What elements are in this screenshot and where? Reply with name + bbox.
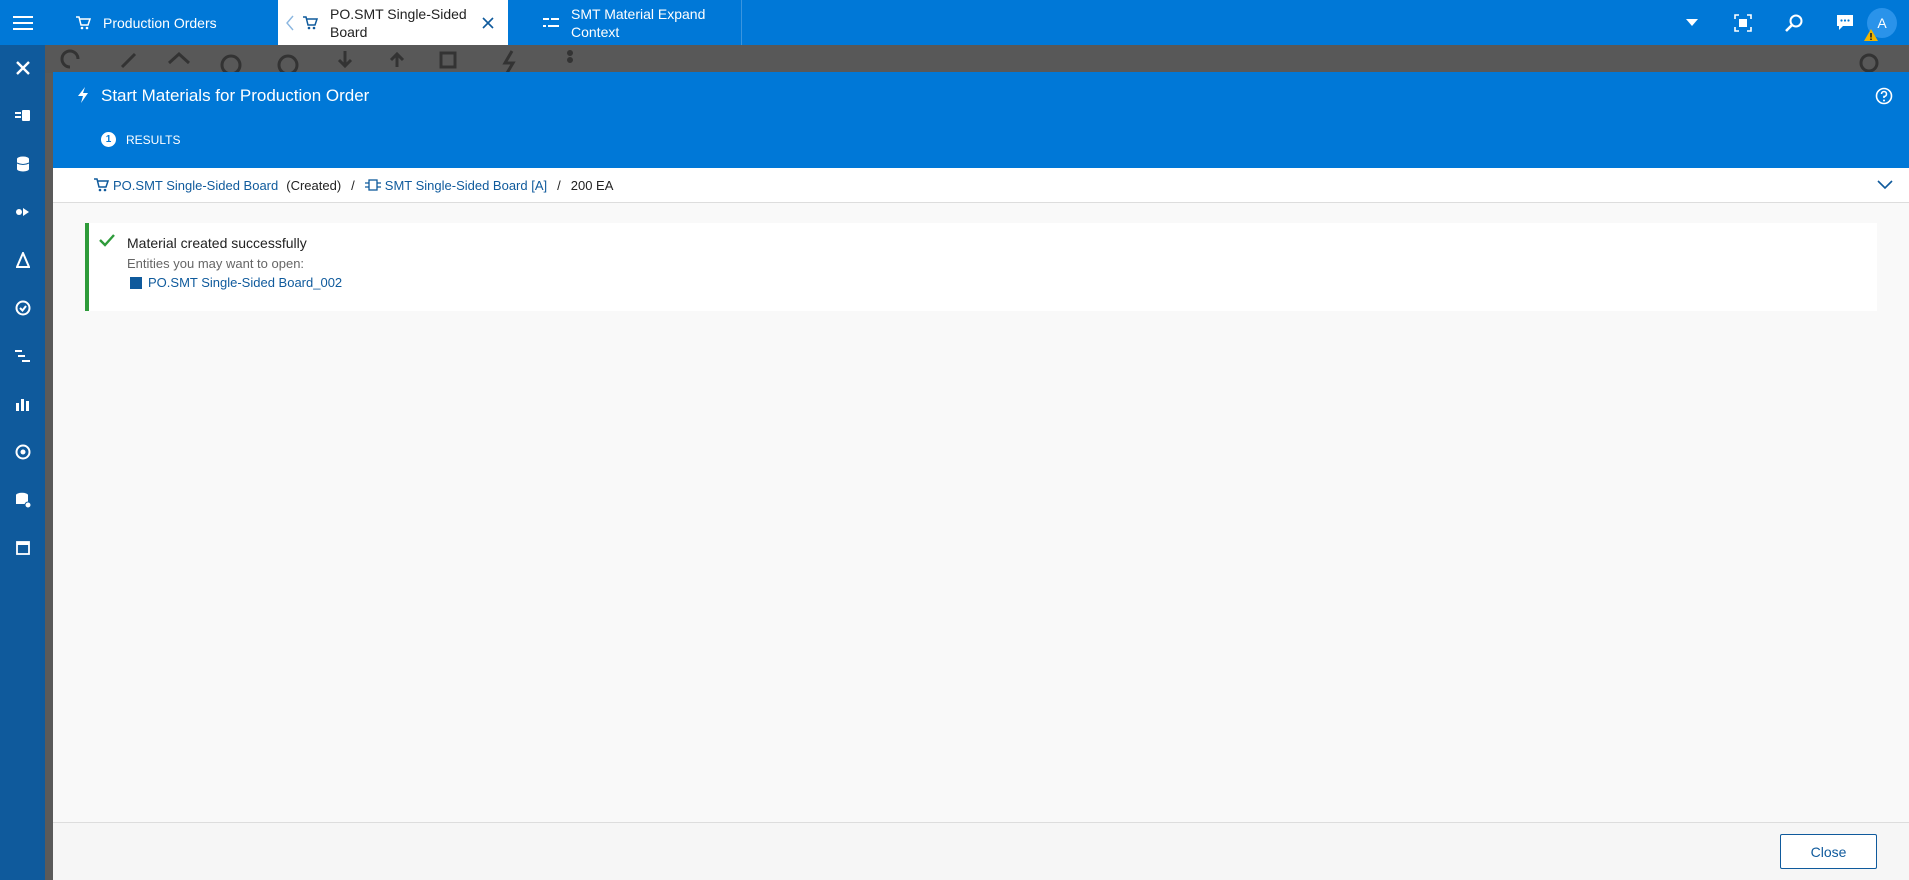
avatar[interactable]: A	[1862, 0, 1902, 45]
bolt-icon	[77, 87, 89, 108]
tab-label: SMT Material Expand Context	[571, 5, 706, 40]
result-message: Material created successfully Entities y…	[85, 223, 1877, 311]
chevron-left-icon[interactable]	[286, 15, 294, 31]
tab-label: Production Orders	[103, 14, 217, 31]
result-subtitle: Entities you may want to open:	[127, 256, 305, 271]
warning-icon	[1864, 28, 1878, 41]
toolbar-dimmed	[45, 45, 1909, 73]
entity-link-label: PO.SMT Single-Sided Board_002	[148, 275, 343, 290]
product-link-label: SMT Single-Sided Board [A]	[384, 177, 548, 193]
step-label: RESULTS	[126, 132, 181, 147]
sidebar	[0, 0, 45, 880]
breadcrumb-separator: /	[351, 177, 355, 193]
entity-link[interactable]: PO.SMT Single-Sided Board_002	[127, 275, 342, 290]
quality-icon[interactable]	[0, 240, 45, 280]
avatar-initial: A	[1877, 14, 1887, 31]
material-icon	[130, 276, 142, 289]
result-title: Material created successfully	[127, 235, 307, 251]
tab-po-smt-single-sided-board[interactable]: PO.SMT Single-Sided Board	[278, 0, 508, 45]
tools-icon[interactable]	[0, 48, 45, 88]
breadcrumb-order-link[interactable]: PO.SMT Single-Sided Board	[93, 178, 278, 193]
database-icon[interactable]	[0, 144, 45, 184]
scan-icon[interactable]	[1718, 0, 1768, 45]
hamburger-menu-icon[interactable]	[0, 0, 45, 45]
help-icon[interactable]	[1875, 87, 1893, 110]
target-icon[interactable]	[0, 432, 45, 472]
order-link-label: PO.SMT Single-Sided Board	[113, 177, 279, 193]
product-icon	[364, 179, 381, 191]
tab-divider	[741, 0, 742, 45]
start-materials-dialog: Start Materials for Production Order 1 R…	[53, 72, 1909, 880]
wizard-step[interactable]: 1 RESULTS	[101, 132, 180, 147]
dialog-footer: Close	[53, 822, 1909, 880]
tab-bar: Production Orders PO.SMT Single-Sided Bo…	[45, 0, 1909, 45]
close-tab-icon[interactable]	[482, 16, 494, 29]
breadcrumb-separator: /	[557, 177, 561, 193]
cart-icon	[302, 15, 318, 30]
quantity: 200 EA	[570, 177, 614, 193]
schedule-icon[interactable]	[0, 336, 45, 376]
tab-production-orders[interactable]: Production Orders	[75, 0, 300, 45]
material-expand-icon	[543, 17, 559, 29]
chevron-down-icon[interactable]	[1877, 178, 1893, 193]
window-icon[interactable]	[0, 528, 45, 568]
breadcrumb: PO.SMT Single-Sided Board (Created) / SM…	[53, 168, 1909, 203]
step-number: 1	[101, 132, 116, 147]
flow-icon[interactable]	[0, 192, 45, 232]
dialog-header: Start Materials for Production Order 1 R…	[53, 72, 1909, 168]
check-icon	[99, 233, 115, 252]
process-icon[interactable]	[0, 96, 45, 136]
tab-smt-material-expand-context[interactable]: SMT Material Expand Context	[543, 0, 743, 45]
search-icon[interactable]	[1769, 0, 1819, 45]
tab-label: PO.SMT Single-Sided Board	[330, 5, 467, 40]
close-button[interactable]: Close	[1780, 834, 1877, 869]
caret-down-icon[interactable]	[1667, 0, 1717, 45]
data-settings-icon[interactable]	[0, 480, 45, 520]
order-status: (Created)	[286, 177, 342, 193]
dialog-title: Start Materials for Production Order	[101, 86, 370, 105]
cart-icon	[75, 15, 91, 30]
cart-icon	[93, 178, 109, 192]
breadcrumb-product-link[interactable]: SMT Single-Sided Board [A]	[364, 177, 548, 193]
analytics-icon[interactable]	[0, 384, 45, 424]
checklist-icon[interactable]	[0, 288, 45, 328]
